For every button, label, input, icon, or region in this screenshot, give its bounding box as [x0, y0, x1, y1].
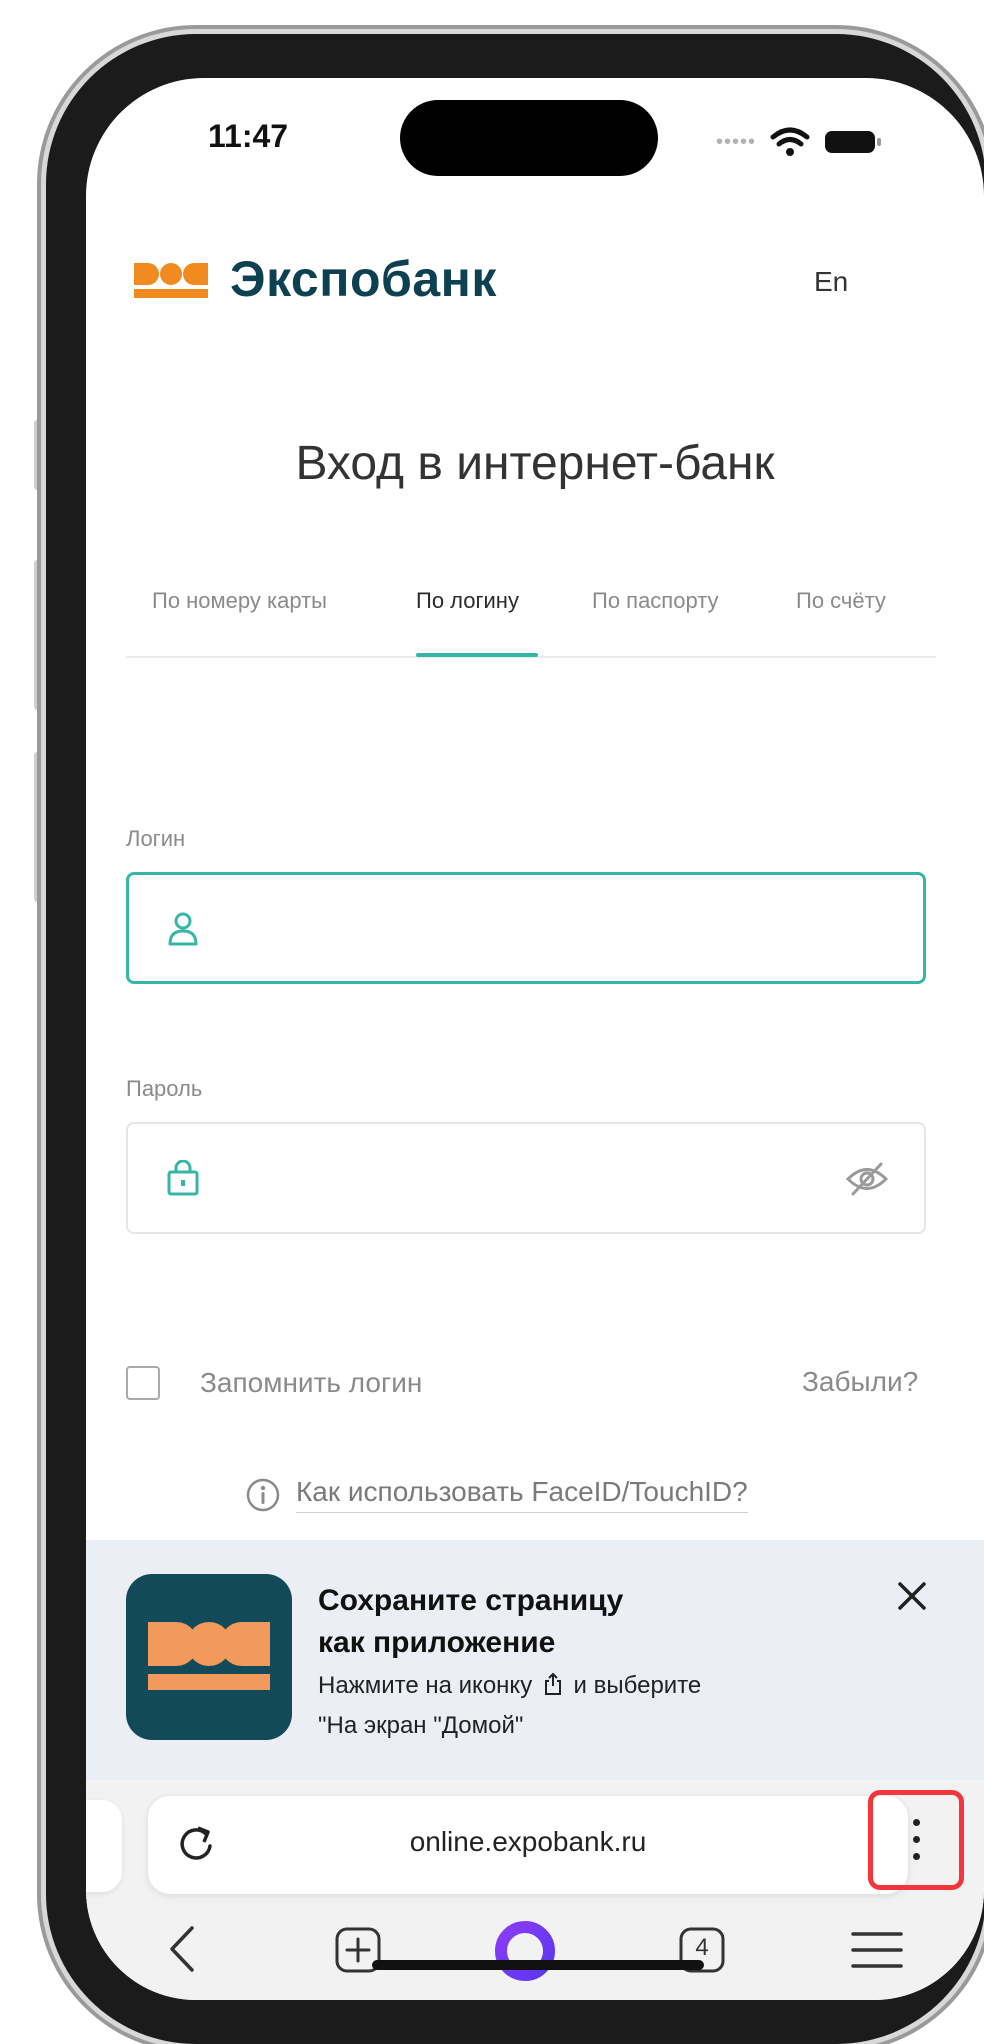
password-label: Пароль — [126, 1076, 203, 1101]
tabs-count: 4 — [695, 1934, 709, 1961]
login-field[interactable] — [126, 872, 926, 984]
login-input[interactable] — [219, 895, 823, 967]
share-icon — [544, 1672, 561, 1695]
remember-login: Запомнить логин — [126, 1366, 422, 1400]
tab-passport[interactable]: По паспорту — [592, 588, 719, 614]
status-indicators: ••••• — [716, 122, 882, 162]
active-tab-indicator — [416, 653, 538, 657]
expobank-app-logo-icon — [148, 1622, 270, 1690]
status-time: 11:47 — [208, 118, 289, 154]
eye-off-icon[interactable] — [846, 1162, 888, 1196]
page-title-text: Вход в интернет-банк — [295, 437, 775, 490]
faceid-link[interactable]: Как использовать FaceID/TouchID? — [296, 1476, 748, 1513]
banner-title: Сохраните страницу как приложение — [318, 1580, 623, 1664]
address-bar[interactable]: online.expobank.ru — [148, 1790, 964, 1894]
tab-account[interactable]: По счёту — [796, 588, 886, 614]
page-title: Вход в интернет-банк — [86, 436, 984, 491]
side-button-mute — [34, 420, 43, 490]
login-label: Логин — [126, 826, 186, 851]
add-to-home-banner: Сохраните страницу как приложение Нажмит… — [86, 1540, 984, 1780]
battery-icon — [825, 131, 882, 153]
banner-instructions: Нажмите на иконку и выберите "На экран "… — [318, 1666, 701, 1746]
tab-login[interactable]: По логину — [416, 588, 519, 614]
alice-icon[interactable] — [492, 1918, 558, 1984]
brand-name: Экспобанк — [230, 251, 497, 307]
expobank-logo-icon — [134, 263, 208, 298]
login-method-tabs: По номеру карты По логину По паспорту По… — [126, 588, 956, 648]
previous-tab-preview[interactable] — [86, 1800, 122, 1892]
banner-sub-after: и выберите — [573, 1672, 702, 1699]
remember-label: Запомнить логин — [200, 1367, 423, 1398]
password-input[interactable] — [218, 1144, 822, 1216]
wifi-icon — [770, 127, 810, 156]
lock-icon — [167, 1160, 199, 1196]
url-text: online.expobank.ru — [409, 1826, 647, 1857]
password-field[interactable] — [126, 1122, 926, 1234]
banner-sub-before: Нажмите на иконку — [318, 1672, 533, 1699]
brand-logo: Экспобанк — [132, 250, 497, 308]
banner-title-line1: Сохраните страницу — [318, 1584, 624, 1617]
info-icon — [246, 1478, 280, 1511]
side-button-volume-up — [34, 560, 43, 710]
side-button-volume-down — [34, 752, 43, 902]
phone-screen: 11:47 ••••• Экспобанк En Вход в интернет… — [86, 78, 984, 2000]
remember-checkbox[interactable] — [126, 1366, 160, 1400]
more-vertical-icon — [913, 1819, 921, 1870]
dynamic-island — [400, 100, 658, 176]
faceid-help[interactable]: Как использовать FaceID/TouchID? — [246, 1476, 748, 1513]
language-toggle[interactable]: En — [814, 266, 848, 298]
signal-icon: ••••• — [716, 130, 757, 153]
forgot-link[interactable]: Забыли? — [802, 1366, 918, 1398]
app-icon — [126, 1574, 292, 1740]
browser-toolbar: 4 — [86, 1906, 984, 2000]
home-indicator — [372, 1960, 704, 1970]
banner-sub-line1: Нажмите на иконку и выберите — [318, 1666, 701, 1706]
banner-title-line2: как приложение — [318, 1626, 556, 1659]
menu-icon[interactable] — [850, 1930, 904, 1970]
banner-sub-line2: "На экран "Домой" — [318, 1712, 524, 1739]
tab-card-number[interactable]: По номеру карты — [152, 588, 327, 614]
browser-url-area: online.expobank.ru — [86, 1780, 984, 1906]
back-icon[interactable] — [166, 1924, 196, 1974]
more-menu-button[interactable] — [868, 1790, 964, 1890]
user-icon — [168, 912, 198, 946]
close-icon[interactable] — [896, 1580, 928, 1612]
